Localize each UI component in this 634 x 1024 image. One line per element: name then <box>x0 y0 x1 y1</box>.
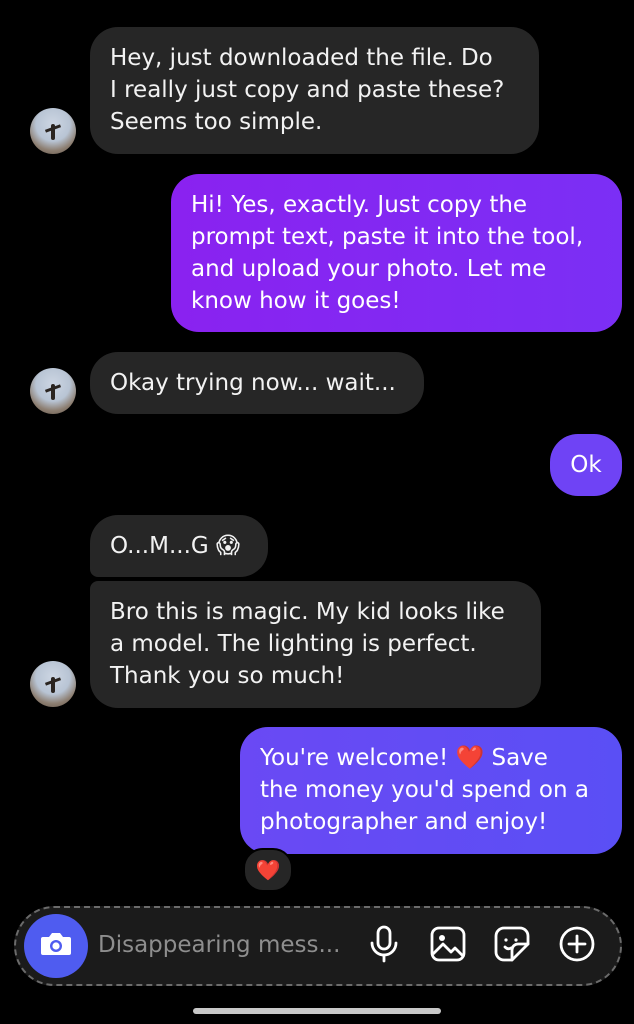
message-text: Ok <box>570 452 602 478</box>
message-bubble-incoming[interactable]: Bro this is magic. My kid looks like a m… <box>90 581 541 708</box>
message-text: You're welcome! ❤️ Save the money you'd … <box>260 745 589 835</box>
heart-reaction[interactable]: ❤️ <box>243 848 293 892</box>
message-text: Bro this is magic. My kid looks like a m… <box>110 599 505 689</box>
camera-icon <box>39 929 73 963</box>
contact-avatar[interactable] <box>30 108 76 154</box>
message-bubble-incoming[interactable]: Okay trying now... wait... <box>90 352 424 414</box>
sticker-button[interactable] <box>492 926 532 966</box>
message-text: O...M...G 😱 <box>110 533 240 559</box>
microphone-icon <box>367 925 401 967</box>
gallery-icon <box>430 926 466 966</box>
plus-icon <box>558 925 596 967</box>
gallery-button[interactable] <box>428 926 468 966</box>
message-bubble-incoming[interactable]: O...M...G 😱 <box>90 515 268 577</box>
message-text: Okay trying now... wait... <box>110 370 396 396</box>
message-bubble-incoming[interactable]: Hey, just downloaded the file. Do I real… <box>90 27 539 154</box>
contact-avatar[interactable] <box>30 368 76 414</box>
home-indicator[interactable] <box>193 1008 441 1014</box>
microphone-button[interactable] <box>364 925 404 967</box>
camera-button[interactable] <box>24 914 88 978</box>
plus-button[interactable] <box>557 926 597 966</box>
message-bubble-outgoing[interactable]: Hi! Yes, exactly. Just copy the prompt t… <box>171 174 622 332</box>
sticker-icon <box>494 926 530 966</box>
heart-icon: ❤️ <box>255 858 281 882</box>
contact-avatar[interactable] <box>30 661 76 707</box>
message-bubble-outgoing[interactable]: You're welcome! ❤️ Save the money you'd … <box>240 727 622 854</box>
message-text: Hey, just downloaded the file. Do I real… <box>110 45 505 135</box>
message-text: Hi! Yes, exactly. Just copy the prompt t… <box>191 192 584 314</box>
message-input[interactable]: Disappearing mess... <box>98 929 340 961</box>
message-bubble-outgoing[interactable]: Ok <box>550 434 622 496</box>
